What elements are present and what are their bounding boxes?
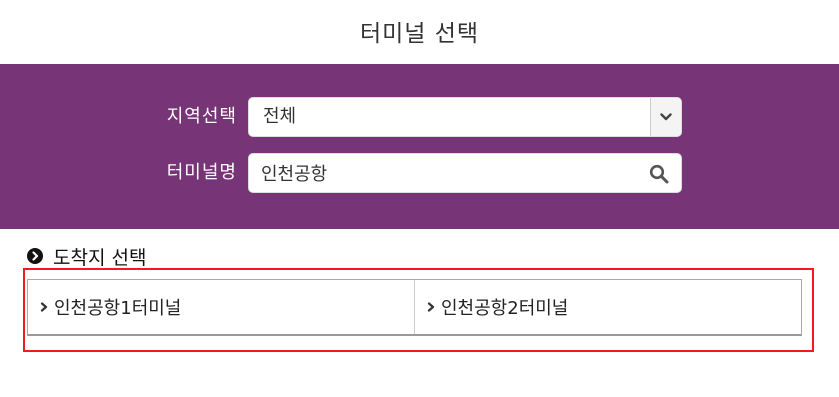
terminal-row: 터미널명 (0, 153, 839, 193)
terminal-option-2[interactable]: 인천공항2터미널 (414, 280, 801, 334)
terminal-select-page: 터미널 선택 지역선택 전체 터미널명 인천공항 도착지 선택 인천공항1터미널… (0, 0, 839, 397)
terminal-search-input[interactable] (261, 154, 631, 192)
region-select-value: 전체 (263, 106, 297, 127)
destination-heading: 도착지 선택 (27, 244, 147, 269)
circle-arrow-right-icon (27, 248, 43, 264)
search-panel: 지역선택 전체 터미널명 (0, 64, 839, 229)
search-icon[interactable] (649, 164, 669, 184)
chevron-right-icon (427, 302, 435, 312)
destination-heading-text: 도착지 선택 (53, 246, 147, 269)
terminal-option-1[interactable]: 인천공항1터미널 (28, 280, 414, 334)
region-label: 지역선택 (166, 106, 237, 127)
terminal-option-label: 인천공항1터미널 (54, 298, 182, 319)
chevron-down-icon (660, 113, 672, 121)
page-title: 터미널 선택 (359, 21, 480, 47)
terminal-option-label: 인천공항2터미널 (441, 298, 569, 319)
terminal-name-label: 터미널명 (166, 162, 237, 183)
region-row: 지역선택 전체 (0, 97, 839, 137)
chevron-right-icon (40, 302, 48, 312)
terminal-name-field (248, 153, 682, 193)
dropdown-button[interactable] (650, 98, 681, 136)
terminal-result-list: 인천공항1터미널 인천공항2터미널 (27, 279, 802, 336)
region-select[interactable]: 전체 (248, 97, 682, 137)
